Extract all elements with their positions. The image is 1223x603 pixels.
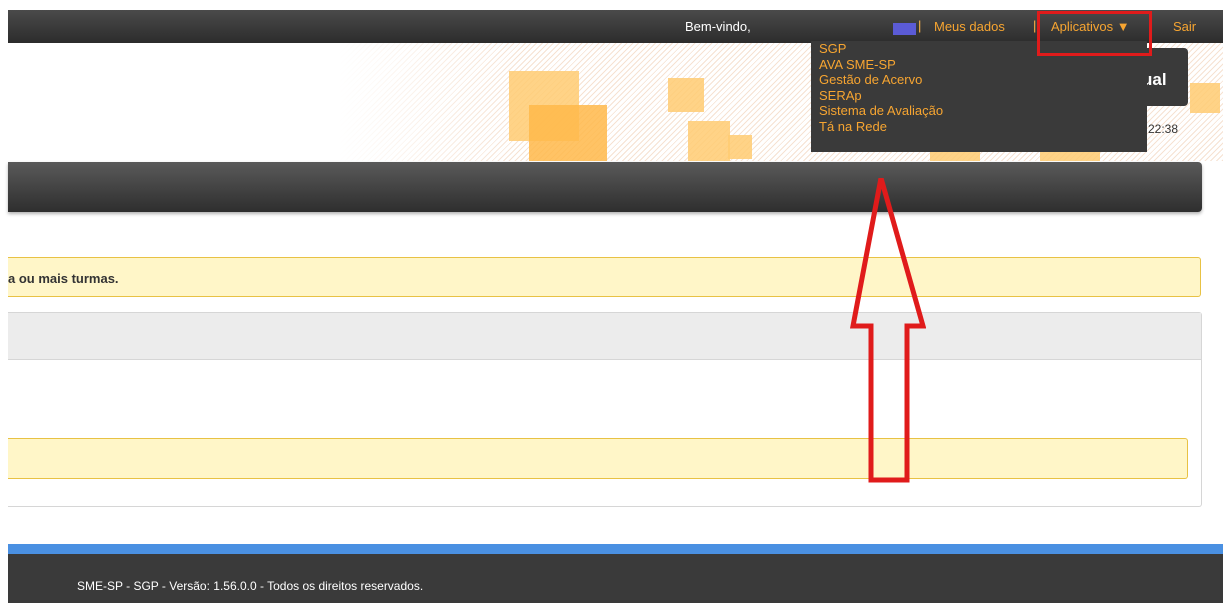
decor-square [688,121,730,161]
apps-dropdown-menu: SGP AVA SME-SP Gestão de Acervo SERAp Si… [811,41,1147,152]
content-panel [8,312,1202,507]
warning-alert-text: a ou mais turmas. [8,271,119,286]
decor-square [668,78,704,112]
top-bar: Bem-vindo, | Meus dados | Aplicativos ▼ … [8,10,1223,43]
welcome-text: Bem-vindo, [685,19,751,34]
page-title-box: ual [1140,48,1188,106]
my-data-link[interactable]: Meus dados [934,19,1005,34]
menu-item-sistema-avaliacao[interactable]: Sistema de Avaliação [811,103,1147,119]
decor-square [529,105,607,161]
decor-square [1190,83,1220,113]
separator: | [1033,18,1037,33]
logout-link[interactable]: Sair [1173,19,1196,34]
annotation-arrow-icon [850,178,926,483]
menu-item-ta-na-rede[interactable]: Tá na Rede [811,119,1147,135]
panel-header [8,313,1201,360]
main-nav-bar [8,162,1202,212]
footer-text: SME-SP - SGP - Versão: 1.56.0.0 - Todos … [77,579,424,593]
separator: | [918,18,922,33]
timestamp: 22:38 [1148,122,1179,136]
menu-item-gestao-acervo[interactable]: Gestão de Acervo [811,72,1147,88]
apps-menu-toggle[interactable]: Aplicativos ▼ [1051,19,1130,34]
warning-alert: a ou mais turmas. [8,257,1201,297]
menu-item-serap[interactable]: SERAp [811,88,1147,104]
footer-stripe [8,544,1223,554]
footer: SME-SP - SGP - Versão: 1.56.0.0 - Todos … [8,554,1223,603]
decor-square [728,135,752,159]
menu-item-sgp[interactable]: SGP [811,41,1147,57]
panel-warning-alert [8,438,1188,479]
user-name-redacted [893,23,916,35]
menu-item-ava-sme-sp[interactable]: AVA SME-SP [811,57,1147,73]
